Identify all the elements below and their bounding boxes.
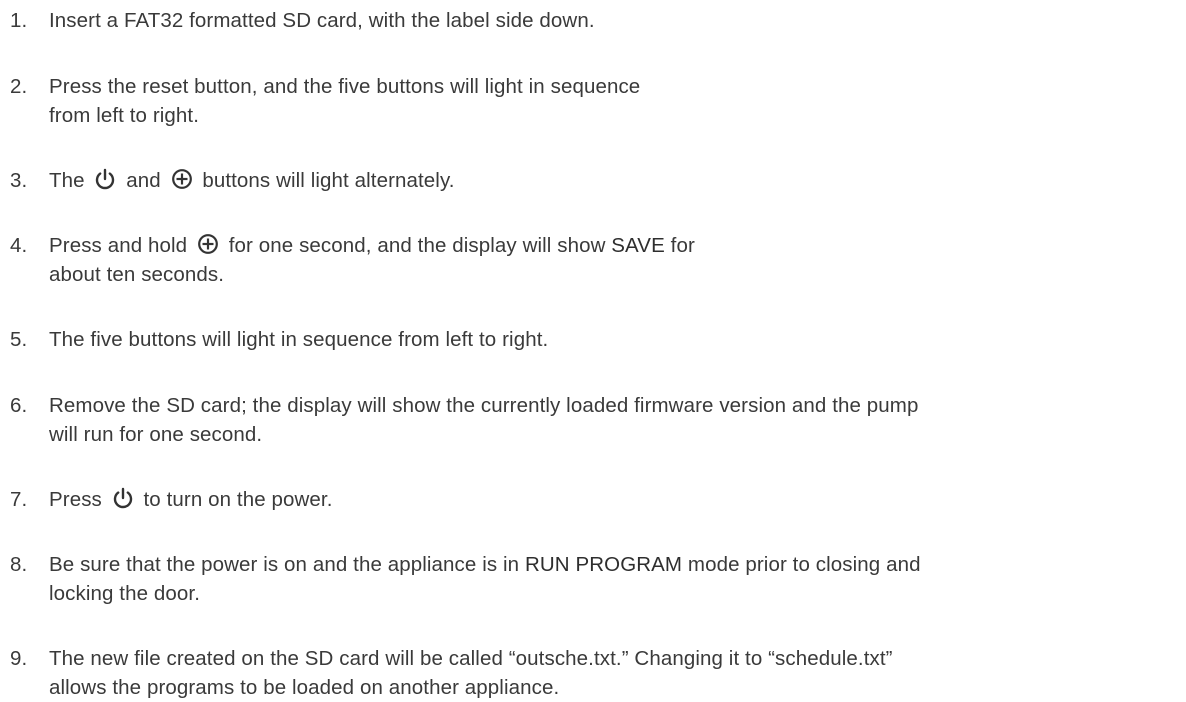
step-text-line-1: Remove the SD card; the display will sho… (49, 394, 919, 417)
save-mode-label: SAVE (611, 234, 665, 257)
instruction-document: 1. Insert a FAT32 formatted SD card, wit… (0, 0, 1186, 700)
step-text-line-2: locking the door. (49, 582, 200, 605)
step-text-line-2: about ten seconds. (49, 263, 225, 286)
step-text-line-2: allows the programs to be loaded on anot… (49, 676, 560, 699)
step-text-line-2: from left to right. (49, 104, 200, 127)
step-text-part: buttons will light alternately. (202, 169, 455, 192)
step-number: 5. (10, 328, 28, 351)
circled-plus-icon (197, 233, 219, 255)
step-number: 7. (10, 488, 28, 511)
step-number: 2. (10, 75, 28, 98)
step-text-part: for (670, 234, 695, 257)
step-number: 9. (10, 647, 28, 670)
step-number: 1. (10, 9, 28, 32)
step-text-part: Press (49, 488, 102, 511)
step-number: 6. (10, 394, 28, 417)
step-text-part: The (49, 169, 85, 192)
step-text-part: and (126, 169, 161, 192)
step-number: 8. (10, 553, 28, 576)
step-number: 4. (10, 234, 28, 257)
step-number: 3. (10, 169, 28, 192)
step-text-part: Be sure that the power is on and the app… (49, 553, 520, 576)
step-text-line-1: The new file created on the SD card will… (49, 647, 893, 670)
power-icon (94, 168, 116, 190)
step-text-line-2: will run for one second. (49, 423, 263, 446)
circled-plus-icon (171, 168, 193, 190)
step-text-part: mode prior to closing and (687, 553, 921, 576)
run-program-mode-label: RUN PROGRAM (524, 553, 683, 576)
step-text-part: to turn on the power. (143, 488, 333, 511)
step-text: The five buttons will light in sequence … (49, 328, 549, 351)
step-text-part: Press and hold (49, 234, 188, 257)
step-text-line-1: Press the reset button, and the five but… (49, 75, 641, 98)
step-text-part: for one second, and the display will sho… (228, 234, 606, 257)
step-text: Insert a FAT32 formatted SD card, with t… (49, 9, 595, 32)
power-icon (112, 487, 134, 509)
